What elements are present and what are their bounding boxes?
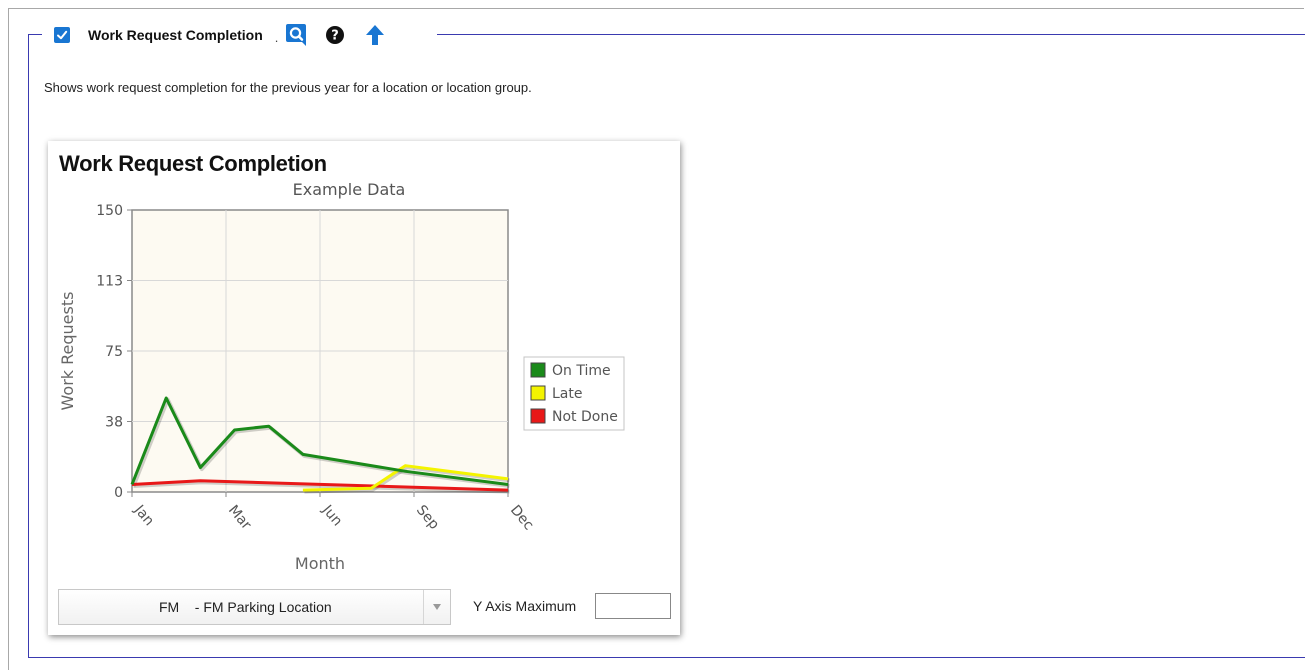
chevron-down-icon — [433, 604, 441, 610]
section-title: Work Request Completion — [88, 27, 263, 43]
select-toggle[interactable] — [423, 590, 450, 624]
x-axis-ticks: Jan Mar Jun Sep Dec — [130, 492, 537, 533]
x-tick-label: Dec — [507, 502, 537, 533]
section-header: Work Request Completion . ? — [50, 22, 385, 48]
section-description: Shows work request completion for the pr… — [44, 80, 532, 95]
checkmark-icon — [57, 30, 68, 40]
legend-swatch-on-time — [530, 362, 546, 378]
chart-legend: On Time Late Not Done — [523, 356, 625, 431]
x-tick-label: Mar — [225, 502, 254, 533]
arrow-up-icon — [366, 25, 385, 45]
fieldset-line-left — [28, 34, 42, 35]
y-axis-max-label: Y Axis Maximum — [473, 598, 577, 614]
search-icon — [286, 24, 307, 46]
y-tick-label: 38 — [105, 415, 123, 431]
y-tick-label: 113 — [96, 274, 123, 290]
help-icon: ? — [326, 26, 345, 44]
search-button[interactable] — [286, 24, 307, 46]
y-axis-ticks: 0 38 75 113 150 — [96, 203, 132, 501]
x-tick-label: Sep — [413, 502, 442, 533]
work-request-chart: Example Data 0 38 75 113 150 Jan Mar Jun Sep Dec… — [58, 180, 625, 573]
y-tick-label: 75 — [105, 344, 123, 360]
legend-swatch-not-done — [530, 408, 546, 424]
y-axis-label: Work Requests — [58, 292, 77, 411]
collapse-button[interactable] — [366, 25, 385, 45]
legend-label-on-time: On Time — [552, 363, 611, 379]
location-select[interactable]: FM - FM Parking Location — [58, 589, 451, 625]
y-tick-label: 150 — [96, 203, 123, 219]
x-tick-label: Jun — [318, 502, 345, 530]
legend-label-late: Late — [552, 386, 582, 402]
legend-label-not-done: Not Done — [552, 409, 618, 425]
fieldset-line-right — [437, 34, 1305, 35]
title-separator: . — [274, 29, 279, 45]
section-checkbox[interactable] — [54, 27, 70, 43]
help-button[interactable]: ? — [326, 26, 345, 44]
y-tick-label: 0 — [114, 485, 123, 501]
y-axis-max-input[interactable] — [595, 593, 671, 619]
x-axis-label: Month — [295, 554, 345, 573]
legend-swatch-late — [530, 385, 546, 401]
location-select-value: FM - FM Parking Location — [159, 599, 332, 615]
chart-widget: Work Request Completion Example Data 0 38… — [48, 141, 680, 635]
chart-title: Example Data — [293, 180, 406, 199]
svg-text:?: ? — [332, 29, 340, 44]
x-tick-label: Jan — [130, 502, 157, 530]
